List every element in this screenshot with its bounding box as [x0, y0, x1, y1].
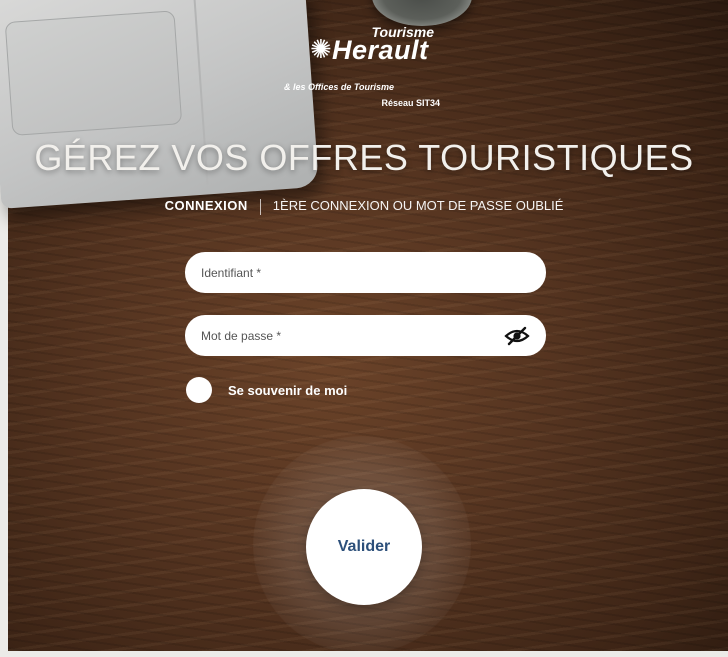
remember-me[interactable]: Se souvenir de moi [186, 377, 347, 403]
laptop-trackpad [4, 10, 183, 136]
remember-me-checkbox[interactable] [186, 377, 212, 403]
sun-icon: ✺ [310, 34, 332, 64]
page-title: GÉREZ VOS OFFRES TOURISTIQUES [34, 137, 694, 178]
identifiant-field[interactable] [185, 252, 546, 293]
eye-slash-icon[interactable] [504, 326, 530, 346]
tourisme-herault-logo: Tourisme ✺ Herault & les Offices de Tour… [284, 24, 440, 124]
tab-first-connection[interactable]: 1ÈRE CONNEXION OU MOT DE PASSE OUBLIÉ [273, 198, 564, 213]
logo-reseau-text: Réseau SIT34 [381, 98, 440, 108]
identifiant-input[interactable] [201, 252, 530, 293]
remember-me-label[interactable]: Se souvenir de moi [228, 383, 347, 398]
logo-offices-text: & les Offices de Tourisme [284, 82, 395, 92]
logo-herault-text: Herault [332, 35, 429, 65]
coffee-cup-image [372, 0, 472, 26]
password-field[interactable] [185, 315, 546, 356]
auth-tabs: CONNEXION 1ÈRE CONNEXION OU MOT DE PASSE … [0, 198, 728, 215]
frame-edge-bottom [0, 651, 728, 657]
password-input[interactable] [201, 315, 504, 356]
tab-separator [259, 198, 261, 215]
submit-button[interactable]: Valider [306, 489, 422, 605]
tab-connexion[interactable]: CONNEXION [165, 198, 248, 213]
